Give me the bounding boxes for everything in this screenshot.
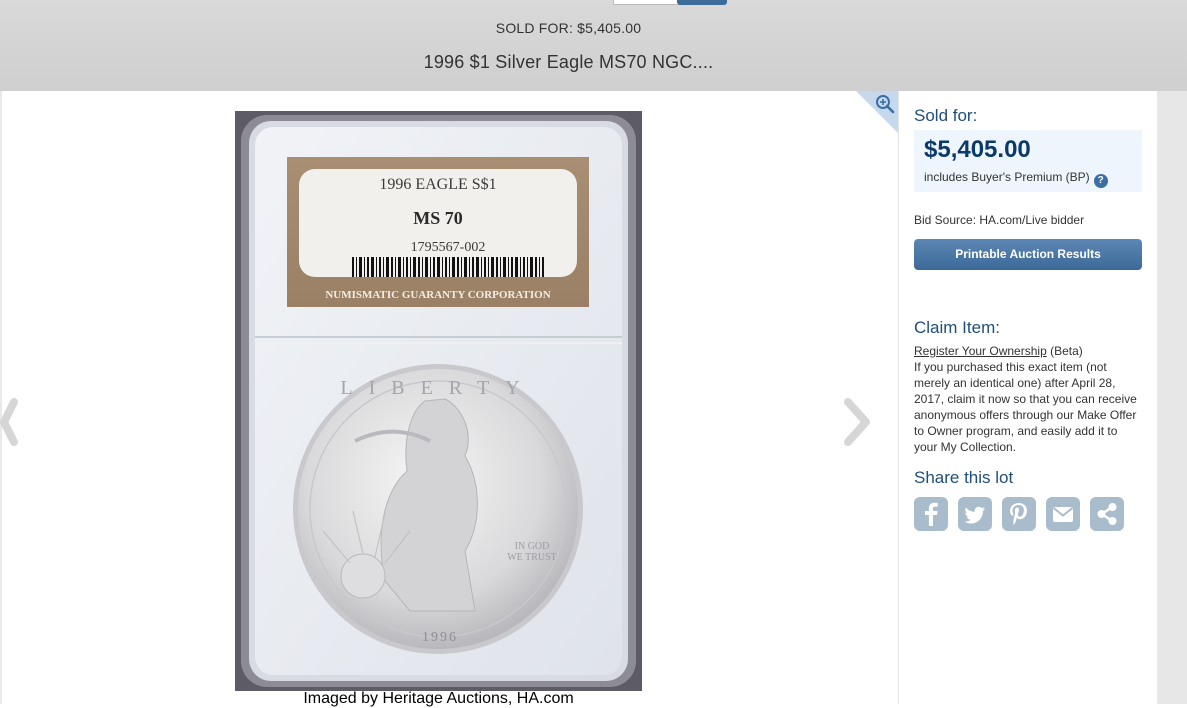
top-banner: SOLD FOR: $5,405.00 1996 $1 Silver Eagle… [0,0,1187,91]
sold-price: $5,405.00 [924,136,1031,163]
email-icon [1052,507,1074,522]
lot-title: 1996 $1 Silver Eagle MS70 NGC.... [423,52,714,72]
label-grader: NUMISMATIC GUARANTY CORPORATION [325,289,550,301]
next-image-arrow[interactable] [842,398,870,446]
label-cert: 1795567-002 [411,240,486,255]
chevron-right-icon [844,398,870,446]
sold-for-label: Sold for: [914,106,978,125]
right-gutter [1157,91,1187,704]
panel-divider [898,91,899,704]
twitter-icon [964,506,985,524]
previous-image-arrow[interactable] [0,398,22,446]
coin-slab-image[interactable]: 1996 EAGLE S$1 MS 70 1795567-002 NUMISMA… [235,111,642,691]
search-button-edge[interactable] [677,0,727,5]
share-email-button[interactable] [1046,497,1080,531]
claim-item-text: Register Your Ownership (Beta) If you pur… [914,343,1142,455]
help-icon[interactable]: ? [1093,174,1108,188]
svg-text:LIBERTY: LIBERTY [340,377,535,399]
pinterest-icon [1010,503,1027,525]
buyers-premium-text: includes Buyer's Premium (BP) [924,170,1090,184]
label-grade: MS 70 [413,208,463,228]
image-caption: Imaged by Heritage Auctions, HA.com [303,690,574,707]
coin-year: 1996 [422,630,458,645]
share-buttons [914,497,1142,533]
share-heading: Share this lot [914,468,1014,487]
share-pinterest-button[interactable] [1002,497,1036,531]
svg-text:IN GOD: IN GOD [515,541,550,552]
beta-label: (Beta) [1046,344,1083,358]
claim-body: If you purchased this exact item (not me… [914,360,1137,454]
chevron-left-icon [0,398,18,446]
search-input-edge[interactable] [613,0,679,5]
share-more-button[interactable] [1090,497,1124,531]
register-ownership-link[interactable]: Register Your Ownership [914,344,1047,358]
share-icon [1097,503,1117,525]
facebook-icon [925,502,938,526]
svg-text:WE TRUST: WE TRUST [507,552,557,563]
printable-auction-results-button[interactable]: Printable Auction Results [914,239,1142,270]
share-twitter-button[interactable] [958,497,992,531]
buyers-premium-note: includes Buyer's Premium (BP)? [924,170,1108,188]
share-facebook-button[interactable] [914,497,948,531]
claim-item-heading: Claim Item: [914,318,1000,337]
bid-source: Bid Source: HA.com/Live bidder [914,213,1085,227]
label-line1: 1996 EAGLE S$1 [379,176,496,193]
price-box: $5,405.00 includes Buyer's Premium (BP)? [914,130,1142,192]
zoom-button[interactable] [856,91,898,133]
sold-for-heading: SOLD FOR: $5,405.00 [495,20,642,36]
